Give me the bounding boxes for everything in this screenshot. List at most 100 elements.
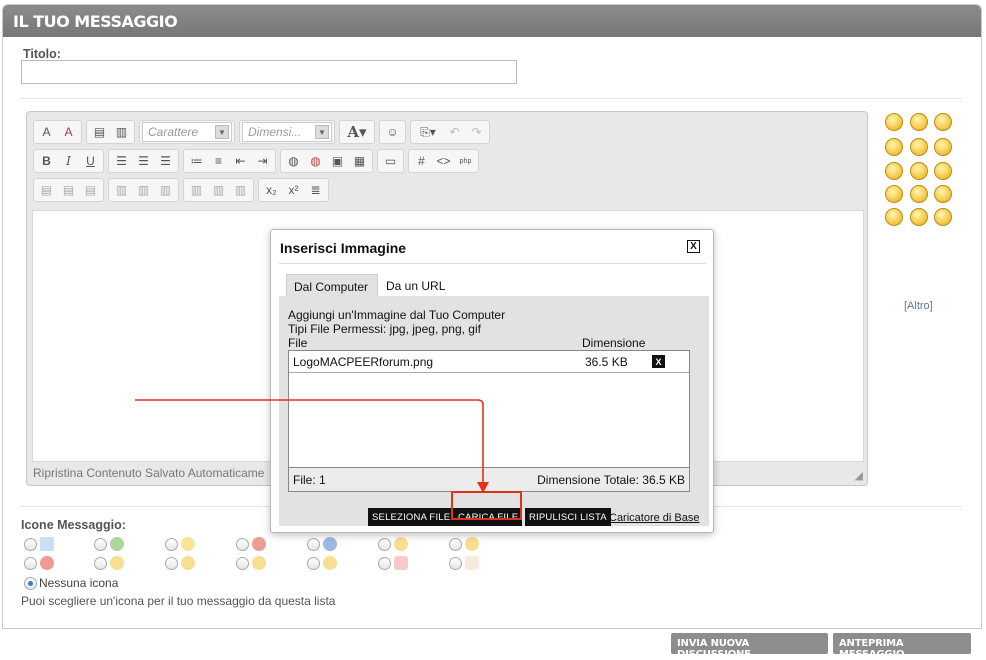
icon-radio-none[interactable] [24,577,37,590]
file-size: 36.5 KB [585,355,628,369]
smiley-clap-icon[interactable] [910,113,928,131]
icon-radio-angry[interactable] [24,557,37,570]
bold-icon[interactable]: B [36,151,57,171]
autosave-restore-link[interactable]: Ripristina Contenuto Salvato Automaticam… [33,466,264,480]
smiley-shock-icon[interactable] [885,208,903,226]
icon-radio-cool[interactable] [378,538,391,551]
row-above-icon[interactable]: ▥ [111,180,132,200]
insert-image-dialog: Inserisci Immagine X Dal Computer Da un … [270,229,714,533]
redo-icon[interactable]: ↷ [466,122,487,142]
subscript-icon[interactable]: x₂ [261,180,282,200]
file-list: LogoMACPEERforum.png 36.5 KB X File: 1 D… [288,350,690,492]
smiley-wink-icon[interactable] [934,113,952,131]
tab-from-url[interactable]: Da un URL [379,274,452,297]
align-right-icon[interactable]: ☰ [155,151,176,171]
attachment-icon[interactable]: ⎘▾ [413,122,443,142]
icon-radio-wink[interactable] [236,557,249,570]
col-left-icon[interactable]: ▥ [186,180,207,200]
align-left-icon[interactable]: ☰ [111,151,132,171]
size-dropdown[interactable]: Dimensi... ▼ [242,122,332,142]
underline-icon[interactable]: U [80,151,101,171]
message-icons-hint: Puoi scegliere un'icona per il tuo messa… [21,594,336,608]
text-format-icon[interactable]: A [36,122,57,142]
col-delete-icon[interactable]: ▥ [230,180,251,200]
indent-icon[interactable]: ⇥ [252,151,273,171]
icon-radio-warning[interactable] [236,538,249,551]
dialog-divider [279,263,707,264]
unlink-icon[interactable]: ◍ [305,151,326,171]
font-dropdown-label: Carattere [148,125,199,139]
icon-radio-laugh[interactable] [307,557,320,570]
submit-new-discussion-button[interactable]: INVIA NUOVA DISCUSSIONE [671,633,828,660]
clear-list-button[interactable]: RIPULISCI LISTA [525,508,611,526]
unordered-list-icon[interactable]: ≡ [208,151,229,171]
icon-radio-document[interactable] [24,538,37,551]
smiley-confused-icon[interactable] [885,162,903,180]
preview-message-button[interactable]: ANTEPRIMA MESSAGGIO [833,633,971,660]
icon-radio-thumbs-up[interactable] [449,557,462,570]
more-smilies-link[interactable]: [Altro] [904,300,933,312]
message-icons-label: Icone Messaggio: [21,518,126,532]
resize-grip-icon[interactable]: ◢ [855,469,863,482]
icon-radio-question[interactable] [307,538,320,551]
file-count: File: 1 [293,473,326,487]
close-icon[interactable]: X [687,240,700,253]
basic-uploader-link[interactable]: Caricatore di Base [609,512,700,524]
align-center-icon[interactable]: ☰ [133,151,154,171]
tb-group-lists: ≔ ≡ ⇤ ⇥ [183,149,276,173]
size-column-header: Dimensione [582,336,646,350]
smiley-scared-icon[interactable] [910,138,928,156]
remove-format-icon[interactable]: A [58,122,79,142]
font-dropdown[interactable]: Carattere ▼ [142,122,232,142]
col-right-icon[interactable]: ▥ [208,180,229,200]
smiley-icon[interactable]: ☺ [382,122,403,142]
table-props-icon[interactable]: ▤ [58,180,79,200]
table-icon[interactable]: ▤ [36,180,57,200]
remove-file-icon[interactable]: X [652,355,665,368]
italic-icon[interactable]: I [58,151,79,171]
smiley-laugh-icon[interactable] [885,185,903,203]
icon-radio-happy[interactable] [94,557,107,570]
tab-from-computer[interactable]: Dal Computer [286,274,378,297]
php-icon[interactable]: php [455,151,476,171]
toolbar-row-3: ▤ ▤ ▤ ▥ ▥ ▥ ▥ ▥ ▥ x₂ x² ≣ [33,178,329,202]
happy-icon [110,556,124,570]
row-below-icon[interactable]: ▥ [133,180,154,200]
smiley-tongue-icon[interactable] [934,138,952,156]
question-icon [323,537,337,551]
insert-video-icon[interactable]: ▦ [349,151,370,171]
smiley-grin-icon[interactable] [934,185,952,203]
hash-icon[interactable]: # [411,151,432,171]
superscript-icon[interactable]: x² [283,180,304,200]
row-delete-icon[interactable]: ▥ [155,180,176,200]
paste-word-icon[interactable]: ▥ [111,122,132,142]
link-icon[interactable]: ◍ [283,151,304,171]
title-input[interactable] [21,60,517,84]
smiley-blush-icon[interactable] [934,208,952,226]
icon-radio-lightbulb[interactable] [165,538,178,551]
file-column-header: File [288,336,308,350]
smiley-sleep-icon[interactable] [934,162,952,180]
select-file-button[interactable]: SELEZIONA FILE [368,508,455,526]
horizontal-rule-icon[interactable]: ≣ [305,180,326,200]
smiley-cry-icon[interactable] [910,208,928,226]
table-delete-icon[interactable]: ▤ [80,180,101,200]
code-icon[interactable]: <> [433,151,454,171]
quote-icon[interactable]: ▭ [380,151,401,171]
smiley-smile-icon[interactable] [885,113,903,131]
icon-radio-smile[interactable] [449,538,462,551]
outdent-icon[interactable]: ⇤ [230,151,251,171]
icon-radio-recycle[interactable] [94,538,107,551]
upload-heading: Aggiungi un'Immagine dal Tuo Computer [288,308,506,322]
paste-text-icon[interactable]: ▤ [89,122,110,142]
smiley-idea-icon[interactable] [910,185,928,203]
title-label: Titolo: [23,47,61,61]
font-color-icon[interactable]: A▾ [342,122,372,142]
undo-icon[interactable]: ↶ [444,122,465,142]
icon-radio-grin[interactable] [165,557,178,570]
icon-radio-thumbs-down[interactable] [378,557,391,570]
insert-image-icon[interactable]: ▣ [327,151,348,171]
smiley-angry-icon[interactable] [910,162,928,180]
ordered-list-icon[interactable]: ≔ [186,151,207,171]
smiley-sad-icon[interactable] [885,138,903,156]
